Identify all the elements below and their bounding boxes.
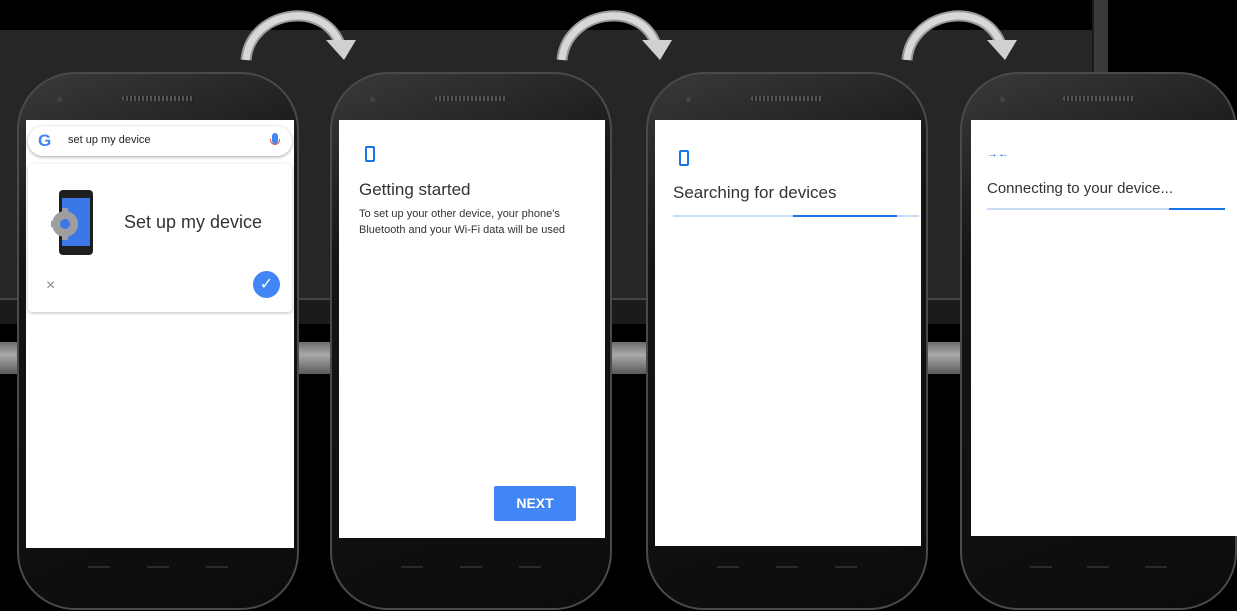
phone-icon (365, 146, 375, 162)
check-icon[interactable]: ✓ (253, 271, 280, 298)
camera-icon (57, 97, 62, 102)
phone-step-2: Getting started To set up your other dev… (330, 72, 612, 610)
card-title: Set up my device (124, 212, 263, 232)
nav-bar (962, 566, 1235, 568)
camera-icon (1000, 97, 1005, 102)
camera-icon (370, 97, 375, 102)
search-input[interactable]: set up my device (68, 134, 151, 146)
device-setup-icon (51, 190, 93, 255)
speaker-grille (435, 96, 507, 101)
microphone-icon[interactable] (270, 133, 280, 145)
rail-segment (925, 342, 965, 374)
page-title: Getting started (359, 180, 471, 199)
rail-segment (612, 342, 650, 374)
progress-indicator (1169, 208, 1225, 210)
screen-search: G set up my device Set up my device × ✓ (26, 120, 294, 548)
screen-getting-started: Getting started To set up your other dev… (339, 120, 605, 538)
swap-arrows-icon: →← (987, 148, 1009, 160)
nav-bar (19, 566, 297, 568)
phone-step-1: G set up my device Set up my device × ✓ (17, 72, 299, 610)
google-logo: G (38, 131, 52, 150)
page-title: Connecting to your device... (987, 180, 1173, 197)
nav-bar (332, 566, 610, 568)
camera-icon (686, 97, 691, 102)
curved-arrow-icon (556, 10, 672, 61)
setup-card: Set up my device × ✓ (28, 164, 292, 312)
speaker-grille (1062, 96, 1135, 101)
curved-arrow-icon (240, 10, 356, 61)
speaker-grille (122, 96, 194, 101)
next-button[interactable]: NEXT (494, 486, 576, 521)
nav-bar (648, 566, 926, 568)
progress-bar (673, 215, 919, 217)
progress-bar (987, 208, 1225, 210)
screen-searching: Searching for devices (655, 120, 921, 546)
curved-arrow-icon (901, 10, 1017, 61)
search-bar[interactable]: G set up my device (28, 126, 292, 156)
rail-segment (298, 342, 334, 374)
phone-step-3: Searching for devices (646, 72, 928, 610)
page-description: To set up your other device, your phone'… (359, 208, 566, 236)
screen-connecting: →← Connecting to your device... (971, 120, 1237, 536)
speaker-grille (751, 96, 823, 101)
phone-step-4: →← Connecting to your device... (960, 72, 1237, 610)
close-icon[interactable]: × (46, 277, 55, 295)
page-title: Searching for devices (673, 183, 837, 202)
progress-indicator (793, 215, 897, 217)
phone-icon (679, 150, 689, 166)
